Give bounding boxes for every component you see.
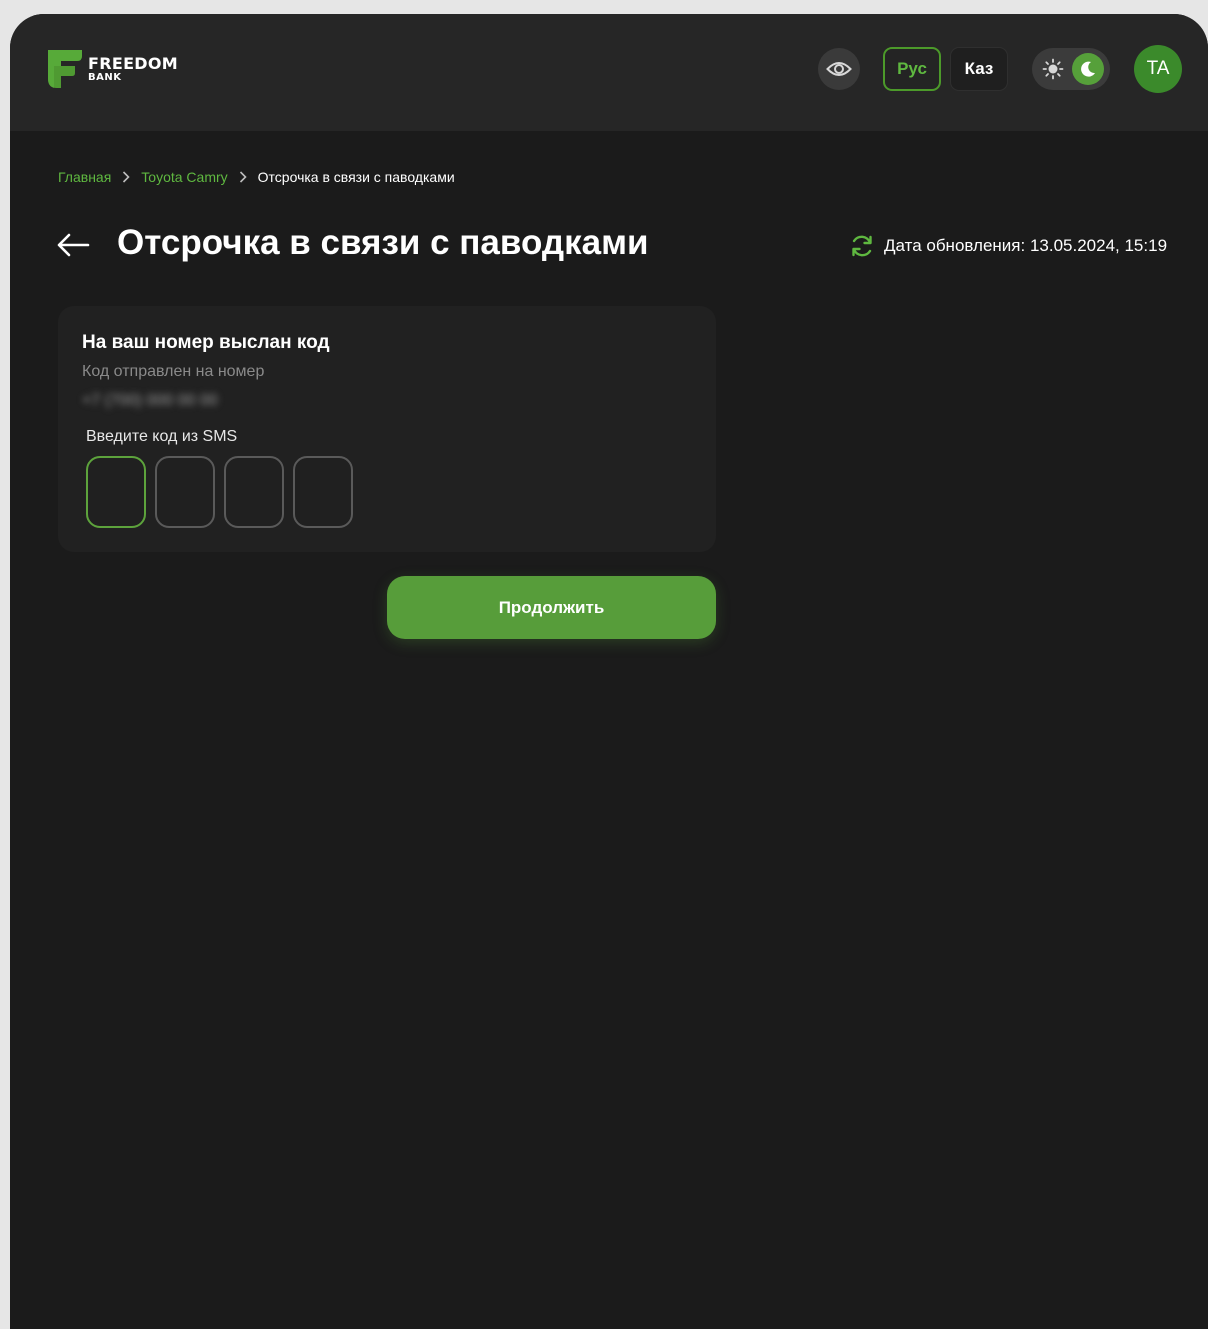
refresh-icon[interactable] (849, 233, 875, 259)
sms-code-label: Введите код из SMS (86, 428, 238, 445)
arrow-left-icon[interactable] (56, 232, 90, 258)
sms-code-card: На ваш номер выслан код Код отправлен на… (58, 306, 716, 552)
otp-input-group (86, 456, 362, 528)
sms-card-subtitle: Код отправлен на номер (82, 363, 265, 380)
breadcrumb-car-link[interactable]: Toyota Camry (141, 169, 227, 185)
page-title: Отсрочка в связи с паводками (117, 223, 649, 262)
breadcrumb-home-link[interactable]: Главная (58, 169, 111, 185)
theme-toggle[interactable] (1032, 48, 1110, 90)
freedom-logo-icon (48, 50, 82, 88)
update-date-label: Дата обновления: 13.05.2024, 15:19 (884, 236, 1168, 255)
freedom-bank-logo[interactable]: FREEDOM BANK (48, 50, 178, 88)
language-ru-button[interactable]: Рус (883, 47, 941, 91)
sun-icon (1042, 58, 1064, 80)
visibility-toggle-button[interactable] (818, 48, 860, 90)
otp-digit-2[interactable] (155, 456, 215, 528)
otp-digit-3[interactable] (224, 456, 284, 528)
app-window: FREEDOM BANK Рус Каз TA Главная Toyota C… (10, 14, 1208, 1329)
top-header: FREEDOM BANK Рус Каз TA (10, 14, 1208, 131)
user-avatar[interactable]: TA (1134, 45, 1182, 93)
masked-phone-number: +7 (700) 000 00 00 (82, 392, 218, 409)
eye-icon (826, 62, 852, 76)
sms-card-title: На ваш номер выслан код (82, 332, 330, 353)
breadcrumb-current: Отсрочка в связи с паводками (257, 169, 455, 185)
language-kz-button[interactable]: Каз (950, 47, 1008, 91)
chevron-right-icon (228, 171, 258, 183)
continue-button[interactable]: Продолжить (387, 576, 716, 639)
update-info: Дата обновления: 13.05.2024, 15:19 (849, 233, 1167, 259)
theme-toggle-knob (1072, 53, 1104, 85)
logo-text-freedom: FREEDOM (88, 53, 179, 73)
logo-text-bank: BANK (88, 71, 122, 83)
otp-digit-1[interactable] (86, 456, 146, 528)
chevron-right-icon (111, 171, 141, 183)
breadcrumb: Главная Toyota Camry Отсрочка в связи с … (58, 168, 455, 186)
otp-digit-4[interactable] (293, 456, 353, 528)
moon-icon (1081, 61, 1095, 77)
